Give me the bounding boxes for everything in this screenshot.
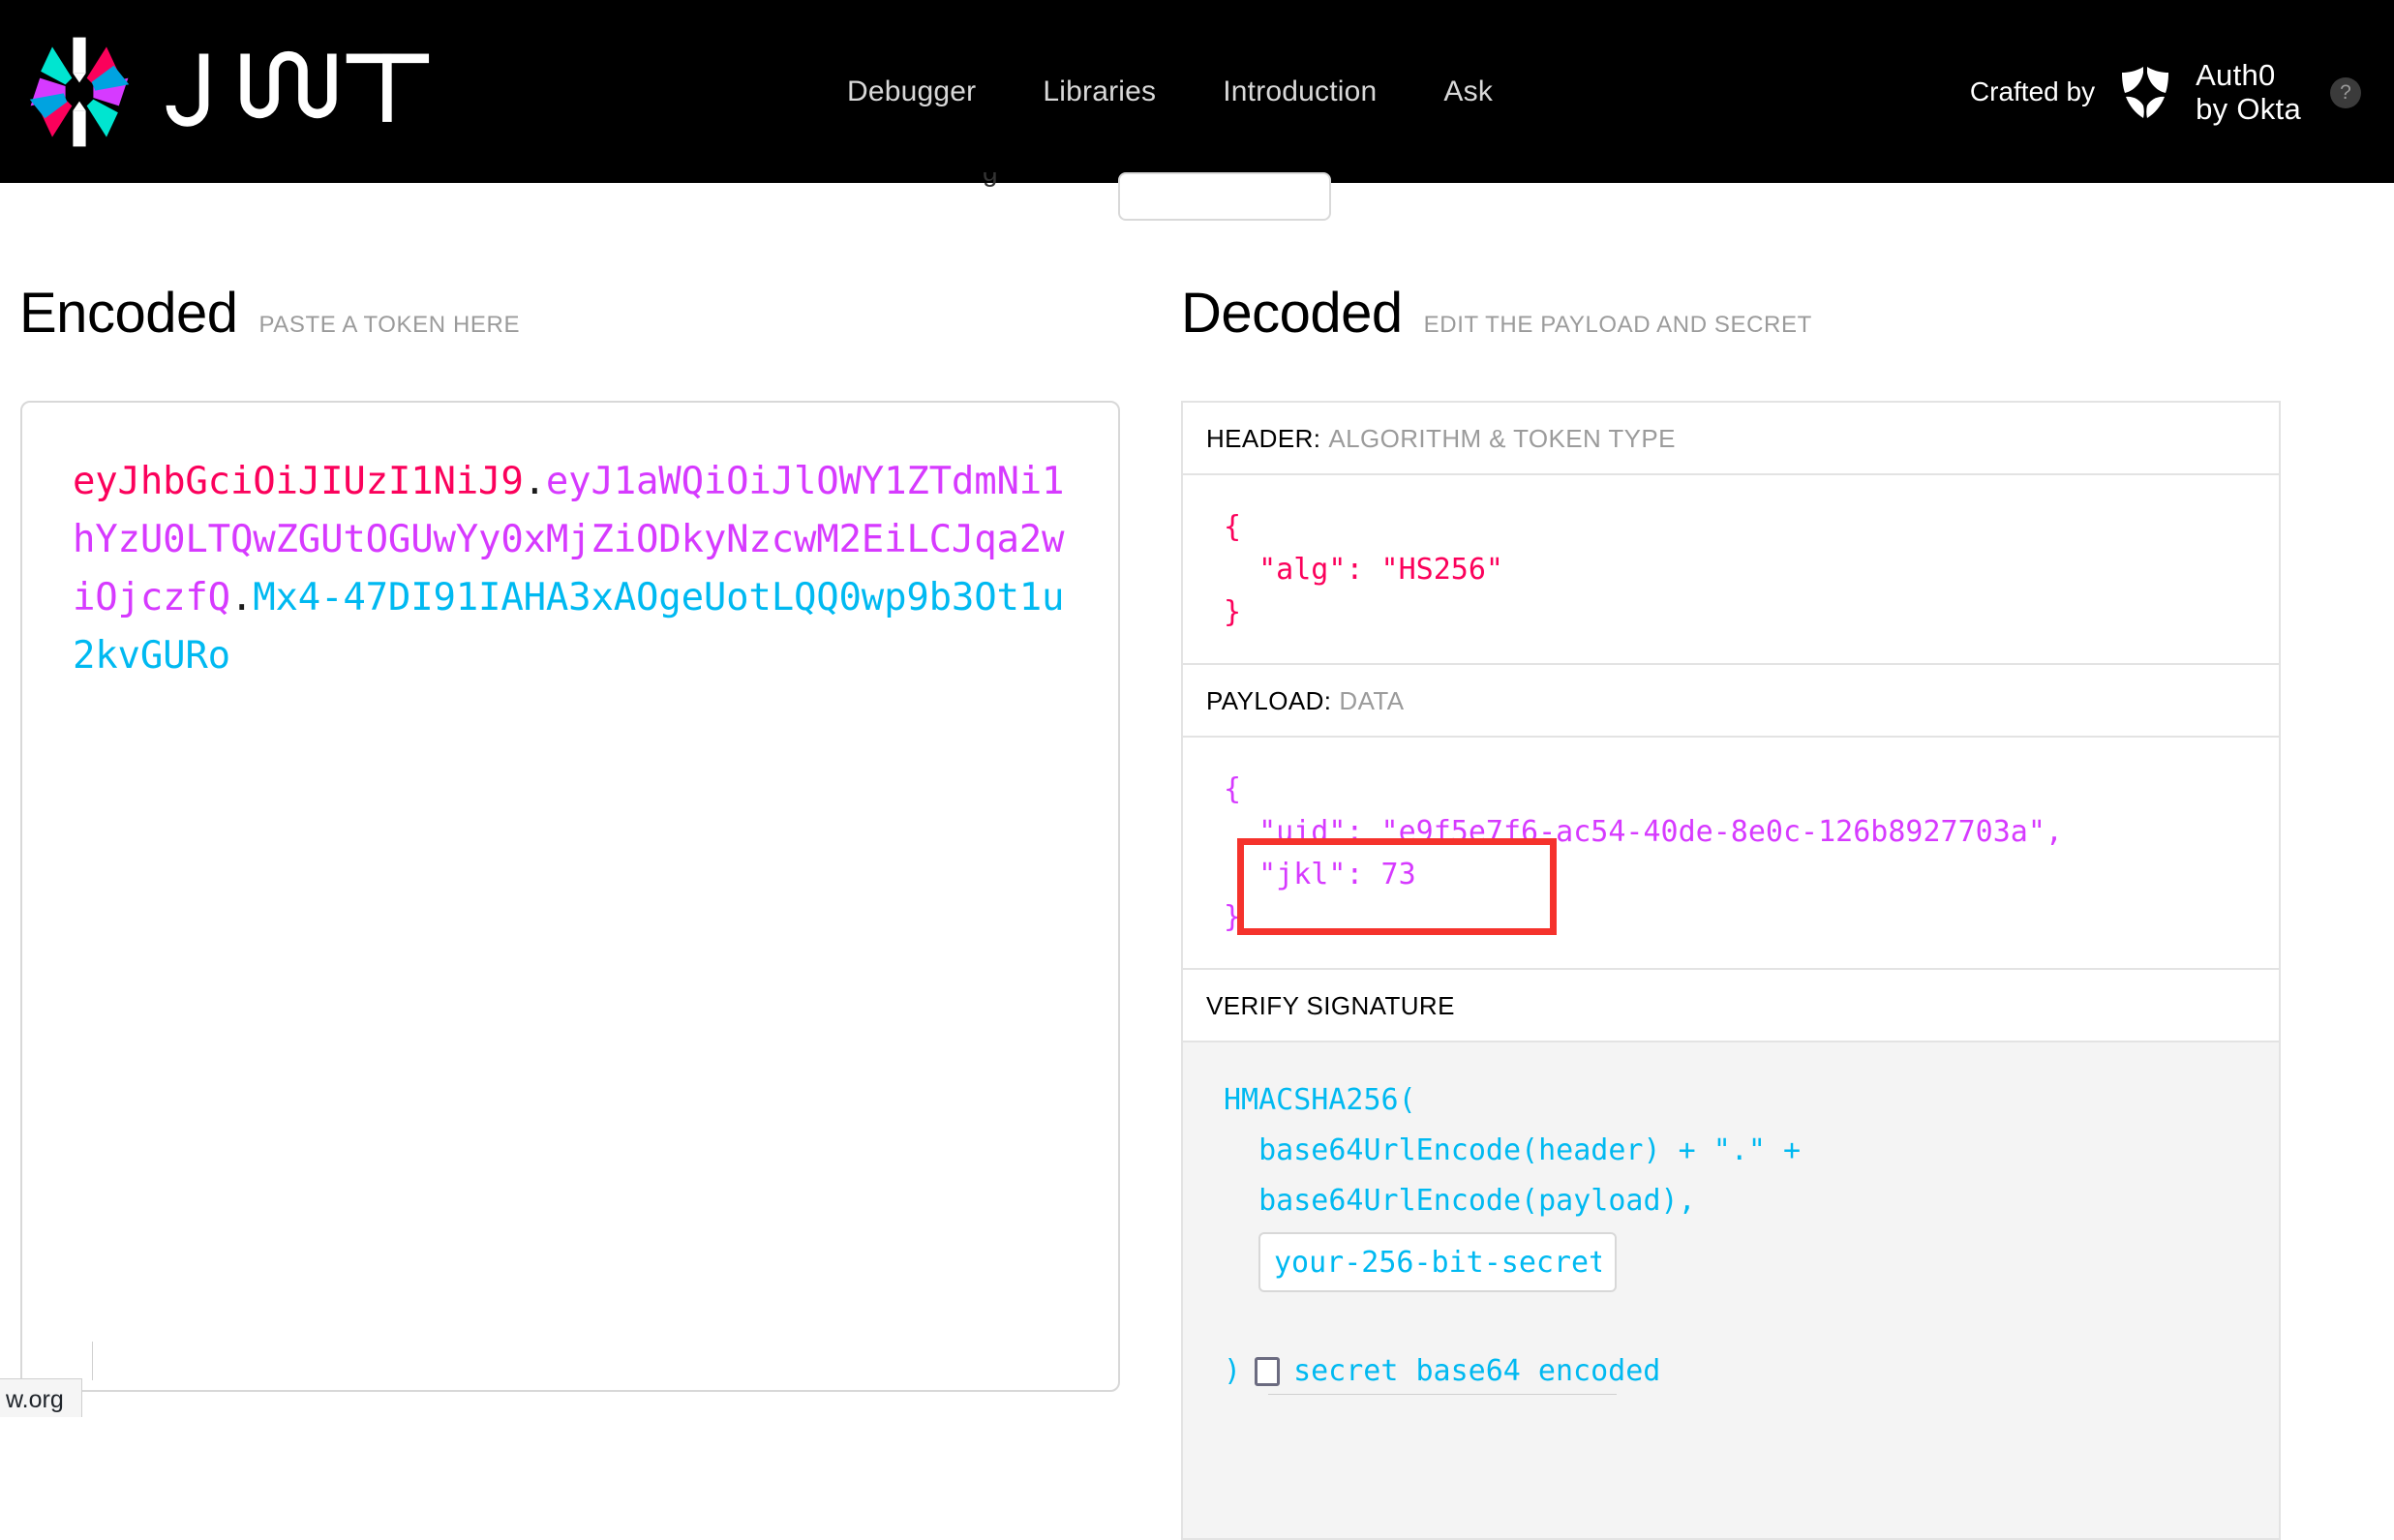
auth0-name: Auth0 (2196, 57, 2276, 92)
payload-label: PAYLOAD: (1206, 686, 1332, 715)
algorithm-label-partial: g (983, 172, 998, 188)
payload-sublabel: DATA (1339, 686, 1405, 715)
signature-section: VERIFY SIGNATURE (1181, 970, 2281, 1042)
nav-item-debugger[interactable]: Debugger (847, 75, 976, 108)
token-separator-2: . (229, 576, 254, 619)
nav-item-introduction[interactable]: Introduction (1223, 75, 1377, 108)
main-nav: Debugger Libraries Introduction Ask (847, 0, 1493, 183)
header-sublabel: ALGORITHM & TOKEN TYPE (1328, 424, 1676, 453)
decoded-panel: HEADER: ALGORITHM & TOKEN TYPE { "alg": "… (1181, 401, 2281, 1540)
status-bar-link-preview: w.org (0, 1378, 82, 1417)
jwt-starburst-logo-icon (29, 37, 130, 146)
decoded-subtitle-text: EDIT THE PAYLOAD AND SECRET (1423, 312, 1812, 338)
signature-close-line: ) secret base64 encoded (1224, 1346, 2252, 1397)
payload-json-container[interactable]: { "uid": "e9f5e7f6-ac54-40de-8e0c-126b89… (1181, 738, 2281, 970)
encoded-heading: Encoded PASTE A TOKEN HERE (19, 281, 520, 346)
help-icon[interactable]: ? (2330, 77, 2361, 108)
encoded-title-text: Encoded (19, 282, 238, 345)
nav-item-libraries[interactable]: Libraries (1043, 75, 1156, 108)
secret-input[interactable] (1258, 1232, 1617, 1292)
encoded-token-text: eyJhbGciOiJIUzI1NiJ9.eyJ1aWQiOiJlOWY1ZTd… (73, 453, 1079, 685)
payload-section-title: PAYLOAD: DATA (1183, 665, 2279, 736)
secret-base64-checkbox[interactable] (1255, 1357, 1281, 1386)
encoded-subtitle-text: PASTE A TOKEN HERE (258, 312, 521, 338)
token-separator-1: . (523, 460, 546, 503)
secret-base64-label: secret base64 encoded (1293, 1354, 1661, 1388)
payload-section: PAYLOAD: DATA (1181, 665, 2281, 738)
decoded-heading: Decoded EDIT THE PAYLOAD AND SECRET (1181, 281, 1812, 346)
signature-body-container: HMACSHA256( base64UrlEncode(header) + ".… (1181, 1042, 2281, 1540)
auth0-wordmark: Auth0 by Okta (2196, 60, 2301, 124)
hmac-line-3: base64UrlEncode(payload), (1224, 1184, 1696, 1218)
token-header-segment: eyJhbGciOiJIUzI1NiJ9 (73, 460, 524, 503)
payload-json-text: { "uid": "e9f5e7f6-ac54-40de-8e0c-126b89… (1224, 772, 2063, 934)
encoded-token-editor[interactable]: eyJhbGciOiJIUzI1NiJ9.eyJ1aWQiOiJlOWY1ZTd… (20, 401, 1120, 1392)
header-section-title: HEADER: ALGORITHM & TOKEN TYPE (1183, 403, 2279, 473)
decoded-title-text: Decoded (1181, 282, 1403, 345)
algorithm-select-partial[interactable] (1118, 172, 1331, 221)
top-navigation-bar: Debugger Libraries Introduction Ask Craf… (0, 0, 2394, 183)
crafted-by-label: Crafted by (1969, 75, 2096, 106)
scroll-edge-line (92, 1342, 93, 1380)
header-section: HEADER: ALGORITHM & TOKEN TYPE (1181, 401, 2281, 475)
crafted-by-block: Crafted by Auth0 by Okta (1970, 0, 2301, 183)
header-json-text: { "alg": "HS256" } (1224, 510, 1503, 629)
header-json-container[interactable]: { "alg": "HS256" } (1181, 475, 2281, 665)
panel-edge-line (1268, 1394, 1617, 1395)
nav-item-ask[interactable]: Ask (1443, 75, 1493, 108)
hmac-line-2: base64UrlEncode(header) + "." + (1224, 1133, 1802, 1167)
auth0-shield-icon (2120, 64, 2171, 120)
auth0-byline: by Okta (2196, 91, 2301, 126)
signature-formula: HMACSHA256( base64UrlEncode(header) + ".… (1183, 1042, 2279, 1538)
jwt-wordmark-icon (166, 50, 430, 127)
hmac-line-1: HMACSHA256( (1224, 1083, 1416, 1117)
brand-logo-link[interactable] (21, 34, 433, 150)
close-paren: ) (1224, 1354, 1242, 1388)
verify-signature-label: VERIFY SIGNATURE (1206, 991, 1455, 1020)
header-label: HEADER: (1206, 424, 1321, 453)
signature-section-title: VERIFY SIGNATURE (1183, 970, 2279, 1041)
